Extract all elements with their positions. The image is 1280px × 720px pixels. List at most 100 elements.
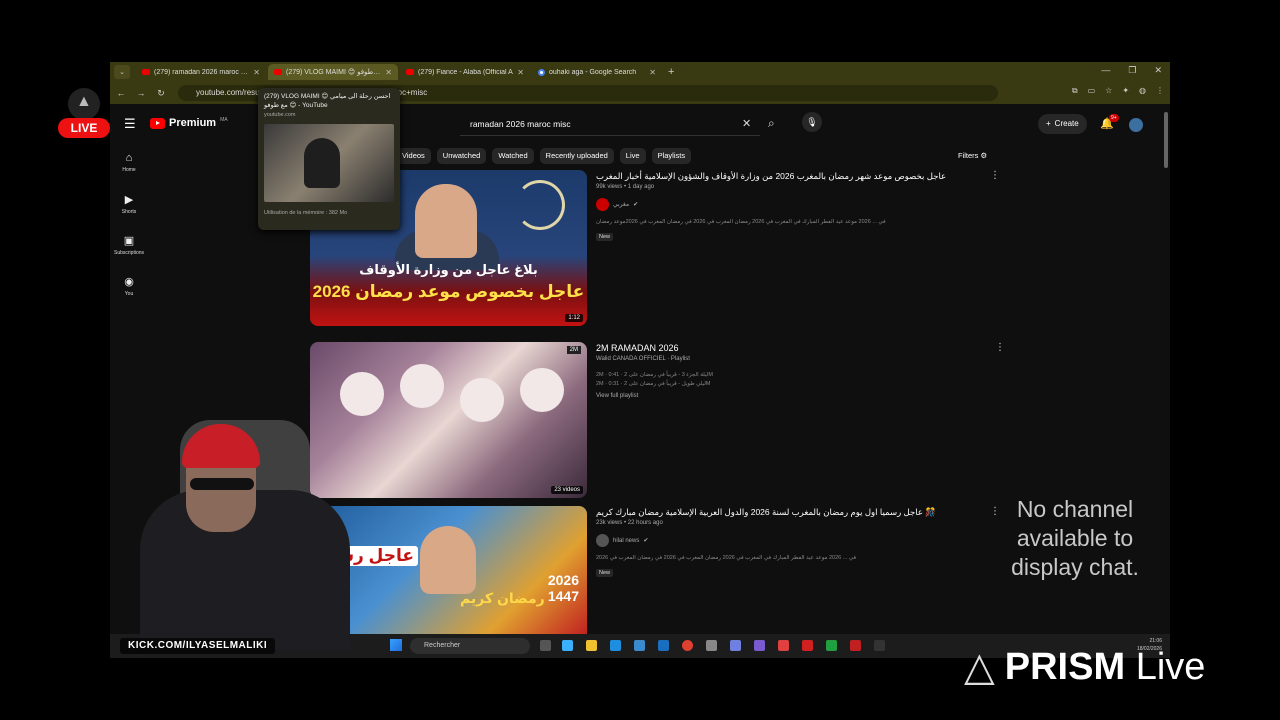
chat-empty-message: No channel available to display chat. bbox=[1011, 496, 1139, 580]
channel-row[interactable]: مغربي ✔ bbox=[596, 198, 996, 211]
prism-live-watermark: △ PRISM Live bbox=[964, 644, 1205, 690]
app-icon[interactable] bbox=[706, 640, 717, 651]
task-view-icon[interactable] bbox=[540, 640, 551, 651]
view-full-playlist-link[interactable]: View full playlist bbox=[596, 393, 996, 399]
stream-frame: LIVE ⌄ (279) ramadan 2026 maroc misc ✕ (… bbox=[0, 0, 1280, 720]
close-tab-icon[interactable]: ✕ bbox=[253, 68, 260, 77]
channel-name[interactable]: hilal news bbox=[613, 538, 639, 544]
tab-fiance[interactable]: (279) Fiance - Alaba (Official A ✕ bbox=[400, 64, 530, 80]
chip-watched[interactable]: Watched bbox=[492, 148, 534, 164]
search-result[interactable]: عاجل رسم 2026 1447 رمضان كريم عاجل رسميا … bbox=[310, 506, 1010, 636]
edge-icon[interactable] bbox=[610, 640, 621, 651]
chip-videos[interactable]: Videos bbox=[396, 148, 431, 164]
nav-item-you[interactable]: ◉ You bbox=[110, 271, 148, 312]
mail-icon[interactable] bbox=[658, 640, 669, 651]
file-explorer-icon[interactable] bbox=[586, 640, 597, 651]
avatar[interactable] bbox=[1129, 118, 1143, 132]
app-icon[interactable] bbox=[850, 640, 861, 651]
channel-avatar[interactable] bbox=[596, 534, 609, 547]
logo-text: Premium bbox=[169, 117, 217, 129]
taskbar-search[interactable]: Rechercher bbox=[410, 638, 530, 654]
create-button[interactable]: + Create bbox=[1038, 114, 1087, 134]
plus-icon: + bbox=[1046, 119, 1051, 128]
more-actions-icon[interactable]: ⋮ bbox=[995, 342, 1005, 353]
bookmark-star-icon[interactable]: ☆ bbox=[1105, 86, 1112, 96]
forward-icon[interactable]: → bbox=[136, 88, 146, 98]
nav-label: Home bbox=[122, 167, 136, 173]
clear-search-icon[interactable]: ✕ bbox=[742, 117, 751, 130]
minimize-icon[interactable]: — bbox=[1101, 65, 1110, 76]
playlist-thumbnail[interactable]: 2M 23 videos bbox=[310, 342, 587, 498]
performer-figure bbox=[400, 364, 444, 408]
messenger-icon[interactable] bbox=[754, 640, 765, 651]
obs-icon[interactable] bbox=[874, 640, 885, 651]
playlist-item[interactable]: 2M · 0:31 · ليلي طويل - قريباً في رمضان … bbox=[596, 381, 996, 387]
nav-item-subscriptions[interactable]: ▣ Subscriptions bbox=[110, 230, 148, 271]
close-tab-icon[interactable]: ✕ bbox=[385, 68, 392, 77]
page-scrollbar[interactable] bbox=[1164, 112, 1168, 168]
channel-avatar[interactable] bbox=[596, 198, 609, 211]
thumbnail-caption-2: عاجل بخصوص موعد رمضان 2026 bbox=[312, 282, 585, 301]
chip-playlists[interactable]: Playlists bbox=[651, 148, 692, 164]
windows-start-icon[interactable] bbox=[390, 639, 402, 651]
playlist-item[interactable]: 2M · 0:41 · ليلة الجزء 3 - قريباً في رمض… bbox=[596, 372, 996, 378]
new-tab-button[interactable]: + bbox=[668, 66, 674, 78]
close-window-icon[interactable]: ✕ bbox=[1154, 65, 1162, 76]
filters-button[interactable]: Filters ⚙ bbox=[958, 151, 987, 160]
tab-search-button[interactable]: ⌄ bbox=[114, 65, 130, 79]
playlist-result[interactable]: 2M 23 videos 2M RAMADAN 2026 Walid CANAD… bbox=[310, 342, 1010, 498]
mic-icon[interactable]: 🎙 bbox=[802, 112, 822, 132]
video-title[interactable]: عاجل رسميا اول يوم رمضان بالمغرب لسنة 20… bbox=[596, 506, 996, 518]
discord-icon[interactable] bbox=[730, 640, 741, 651]
performer-figure bbox=[520, 368, 564, 412]
acrobat-icon[interactable] bbox=[802, 640, 813, 651]
performer-figure bbox=[340, 372, 384, 416]
cast-icon[interactable]: ▭ bbox=[1088, 86, 1096, 96]
search-input[interactable]: ramadan 2026 maroc misc bbox=[460, 112, 760, 136]
channel-row[interactable]: hilal news ✔ bbox=[596, 534, 996, 547]
video-description: في ... 2026 موعد عيد الفطر المبارك في ال… bbox=[596, 555, 857, 561]
restore-icon[interactable]: ❐ bbox=[1128, 65, 1136, 76]
translate-icon[interactable]: ⧉ bbox=[1072, 86, 1078, 96]
notification-count-badge: 9+ bbox=[1109, 114, 1119, 122]
youtube-favicon-icon bbox=[274, 69, 282, 75]
reload-icon[interactable]: ↻ bbox=[156, 88, 166, 99]
tab-ramadan[interactable]: (279) ramadan 2026 maroc misc ✕ bbox=[136, 64, 266, 80]
search-icon[interactable]: ⌕ bbox=[768, 116, 775, 131]
playlist-channel[interactable]: Walid CANADA OFFICIEL · Playlist bbox=[596, 356, 996, 362]
app-icon[interactable] bbox=[778, 640, 789, 651]
play-icon[interactable] bbox=[826, 640, 837, 651]
video-title[interactable]: عاجل بخصوص موعد شهر رمضان بالمغرب 2026 م… bbox=[596, 170, 996, 182]
chrome-icon[interactable] bbox=[682, 640, 693, 651]
chip-live[interactable]: Live bbox=[619, 148, 646, 164]
copilot-icon[interactable] bbox=[562, 640, 573, 651]
back-icon[interactable]: ← bbox=[116, 88, 126, 98]
tab-title: (279) ramadan 2026 maroc misc bbox=[154, 68, 250, 76]
video-stats: 23k views • 22 hours ago bbox=[596, 520, 663, 526]
tab-google[interactable]: ouhaki aga - Google Search ✕ bbox=[532, 64, 662, 80]
nav-item-home[interactable]: ⌂ Home bbox=[110, 148, 148, 189]
duration-badge: 1:12 bbox=[565, 314, 583, 322]
chip-recently-uploaded[interactable]: Recently uploaded bbox=[539, 148, 614, 164]
chip-unwatched[interactable]: Unwatched bbox=[436, 148, 487, 164]
more-actions-icon[interactable]: ⋮ bbox=[990, 170, 1000, 181]
presenter-face bbox=[415, 184, 477, 258]
extensions-icon[interactable]: ✦ bbox=[1122, 86, 1129, 96]
close-tab-icon[interactable]: ✕ bbox=[649, 68, 656, 77]
hamburger-menu-icon[interactable]: ☰ bbox=[124, 116, 136, 132]
create-label: Create bbox=[1054, 119, 1079, 128]
tab-vlog-maimi[interactable]: (279) VLOG MAIMI 😊 جو طوفو ✕ bbox=[268, 64, 398, 80]
close-tab-icon[interactable]: ✕ bbox=[517, 68, 524, 77]
playlist-title[interactable]: 2M RAMADAN 2026 bbox=[596, 342, 996, 354]
performer-figure bbox=[460, 378, 504, 422]
search-result[interactable]: بلاغ عاجل من وزارة الأوقاف عاجل بخصوص مو… bbox=[310, 170, 1010, 328]
youtube-premium-logo[interactable]: Premium MA bbox=[150, 117, 228, 129]
live-badge: LIVE bbox=[58, 118, 110, 138]
result-meta: 2M RAMADAN 2026 Walid CANADA OFFICIEL · … bbox=[596, 342, 996, 399]
profile-icon[interactable]: ◍ bbox=[1139, 86, 1146, 96]
more-menu-icon[interactable]: ⋮ bbox=[1156, 86, 1164, 96]
video-thumbnail[interactable]: عاجل رسم 2026 1447 رمضان كريم bbox=[310, 506, 587, 636]
channel-name[interactable]: مغربي bbox=[613, 201, 629, 208]
store-icon[interactable] bbox=[634, 640, 645, 651]
nav-item-shorts[interactable]: ▶ Shorts bbox=[110, 189, 148, 230]
